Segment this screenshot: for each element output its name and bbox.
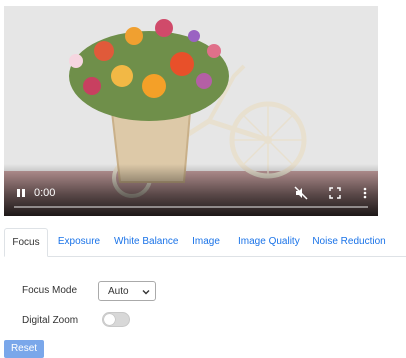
digital-zoom-label: Digital Zoom (22, 315, 79, 326)
reset-button[interactable]: Reset (4, 340, 44, 358)
tab-image-quality[interactable]: Image Quality (238, 228, 300, 255)
tab-focus[interactable]: Focus (4, 228, 48, 257)
focus-mode-value: Auto (108, 286, 129, 297)
digital-zoom-toggle[interactable] (102, 312, 130, 327)
tab-image[interactable]: Image (190, 228, 222, 255)
focus-mode-label: Focus Mode (22, 285, 78, 296)
pause-icon[interactable] (14, 186, 28, 200)
volume-muted-icon[interactable] (294, 186, 308, 200)
settings-tabs: Focus Exposure White Balance Image Image… (4, 228, 406, 257)
tab-noise-reduction[interactable]: Noise Reduction (312, 228, 386, 255)
tab-exposure[interactable]: Exposure (54, 228, 104, 255)
video-progress-bar[interactable] (14, 206, 368, 208)
video-controls: 0:00 (4, 164, 378, 216)
toggle-knob (104, 314, 115, 325)
video-player[interactable]: 0:00 (4, 6, 378, 216)
chevron-down-icon (142, 290, 150, 295)
tab-white-balance[interactable]: White Balance (114, 228, 178, 255)
focus-mode-select[interactable]: Auto (98, 281, 156, 301)
video-time: 0:00 (34, 187, 56, 199)
more-vertical-icon[interactable] (360, 186, 370, 200)
fullscreen-icon[interactable] (328, 186, 342, 200)
